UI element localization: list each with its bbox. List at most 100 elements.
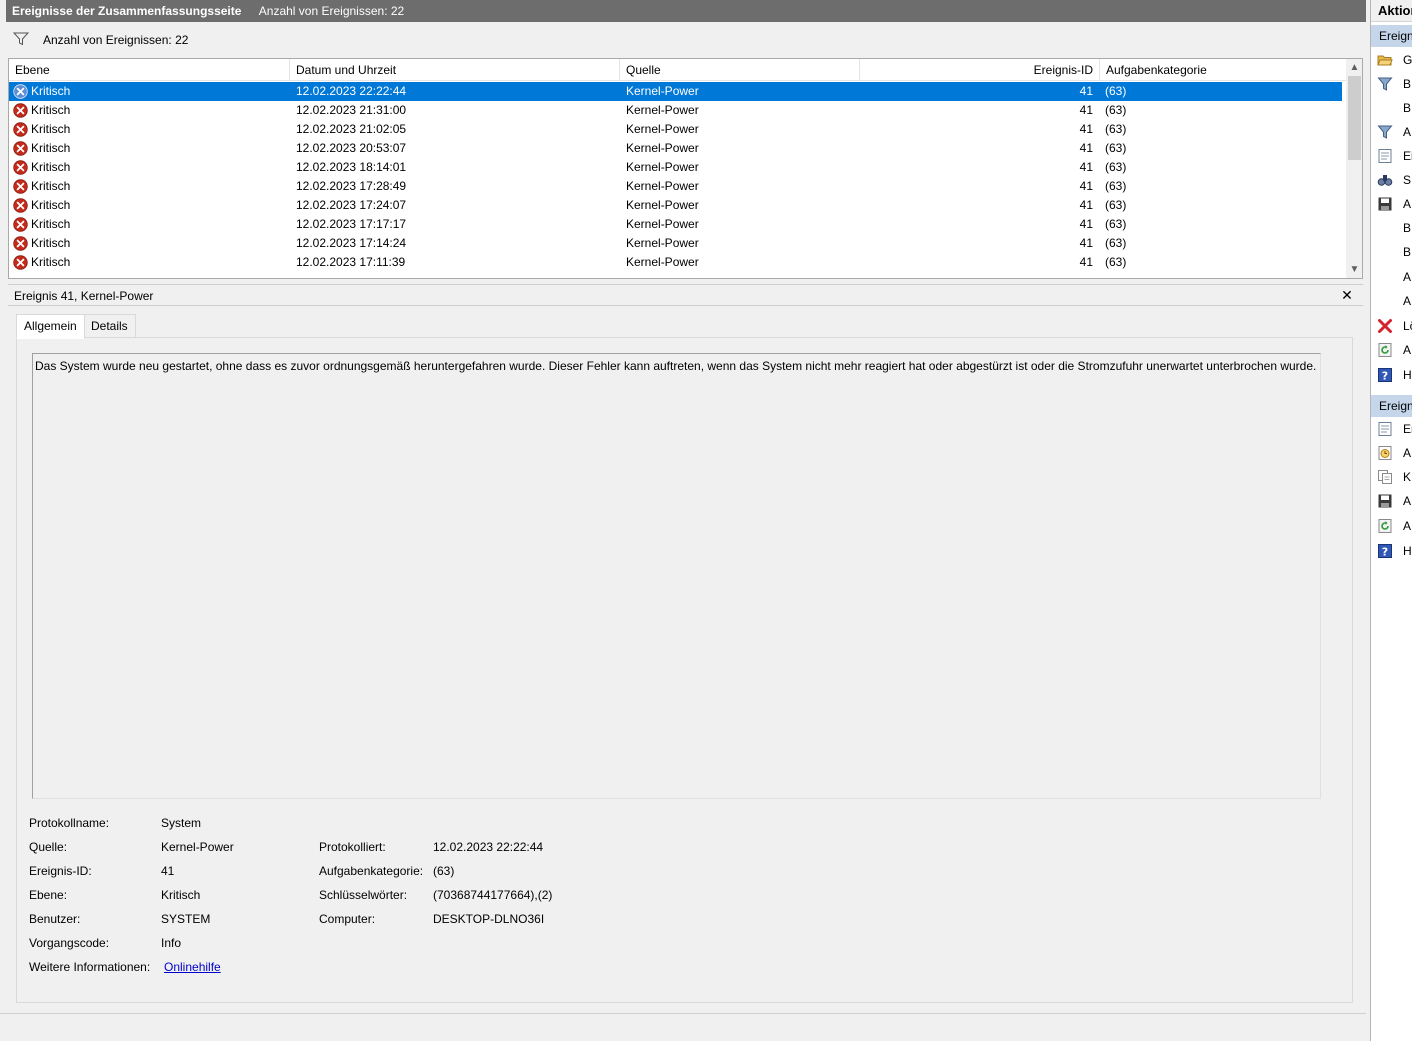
cell-source: Kernel-Power	[626, 141, 699, 155]
scroll-up-icon[interactable]: ▲	[1346, 59, 1362, 76]
svg-text:?: ?	[1382, 546, 1388, 559]
table-row[interactable]: Kritisch 12.02.2023 17:17:17 Kernel-Power 4…	[9, 215, 1342, 234]
cell-date: 12.02.2023 18:14:01	[296, 160, 407, 174]
action-item-label: A	[1403, 270, 1412, 284]
action-item[interactable]: A	[1371, 266, 1412, 288]
action-item[interactable]: ? H	[1371, 540, 1412, 562]
action-item[interactable]: Sı	[1371, 169, 1412, 191]
scroll-thumb[interactable]	[1348, 76, 1361, 160]
cell-task-category: (63)	[1105, 198, 1127, 212]
filter-icon	[1377, 77, 1393, 91]
critical-error-icon	[13, 160, 28, 175]
general-tab-panel: Das System wurde neu gestartet, ohne das…	[16, 337, 1353, 1003]
help-icon: ?	[1378, 368, 1392, 383]
column-header-event-id[interactable]: Ereignis-ID	[860, 59, 1100, 81]
filter-icon	[1377, 125, 1393, 139]
cell-source: Kernel-Power	[626, 217, 699, 231]
column-header-task-category[interactable]: Aufgabenkategorie	[1100, 59, 1346, 81]
action-item-label: Er	[1403, 422, 1412, 436]
cell-task-category: (63)	[1105, 160, 1127, 174]
critical-error-icon	[13, 236, 28, 251]
action-item-label: A	[1403, 294, 1412, 308]
table-row[interactable]: Kritisch 12.02.2023 20:53:07 Kernel-Power 4…	[9, 139, 1342, 158]
table-row-partial[interactable]	[9, 271, 1342, 278]
action-item[interactable]: A	[1371, 339, 1412, 361]
cell-task-category: (63)	[1105, 122, 1127, 136]
summary-count: Anzahl von Ereignissen: 22	[258, 4, 405, 18]
action-item[interactable]: ? H	[1371, 364, 1412, 386]
cell-event-id: 41	[1079, 84, 1093, 98]
action-item[interactable]: A	[1371, 442, 1412, 464]
table-row[interactable]: Kritisch 12.02.2023 17:24:07 Kernel-Power 4…	[9, 196, 1342, 215]
action-item[interactable]: Ei	[1371, 145, 1412, 167]
table-row[interactable]: Kritisch 12.02.2023 21:02:05 Kernel-Power 4…	[9, 120, 1342, 139]
value-task-category: (63)	[433, 864, 455, 878]
cell-date: 12.02.2023 17:28:49	[296, 179, 407, 193]
filter-bar: Anzahl von Ereignissen: 22	[6, 28, 1366, 52]
action-item[interactable]: Er	[1371, 418, 1412, 440]
label-user: Benutzer:	[29, 912, 81, 926]
tab-allgemein[interactable]: Allgemein	[16, 314, 85, 339]
table-row[interactable]: Kritisch 12.02.2023 18:14:01 Kernel-Power 4…	[9, 158, 1342, 177]
table-row[interactable]: Kritisch 12.02.2023 17:28:49 Kernel-Power 4…	[9, 177, 1342, 196]
critical-error-icon	[13, 84, 28, 99]
label-logged: Protokolliert:	[319, 840, 386, 854]
properties-icon	[1378, 422, 1392, 436]
value-log-name: System	[161, 816, 202, 830]
column-header-level[interactable]: Ebene	[9, 59, 290, 81]
table-row[interactable]: Kritisch 12.02.2023 21:31:00 Kernel-Power 4…	[9, 101, 1342, 120]
table-vertical-scrollbar[interactable]: ▲ ▼	[1346, 59, 1362, 278]
cell-date: 12.02.2023 20:53:07	[296, 141, 407, 155]
cell-event-id: 41	[1079, 255, 1093, 269]
action-item-label: A	[1403, 197, 1412, 211]
critical-error-icon	[13, 122, 28, 137]
events-table[interactable]: Ebene Datum und Uhrzeit Quelle Ereignis-…	[8, 58, 1363, 279]
refresh-icon	[1378, 519, 1392, 533]
action-item-label: A	[1403, 519, 1412, 533]
table-row[interactable]: Kritisch 12.02.2023 17:14:24 Kernel-Power 4…	[9, 234, 1342, 253]
cell-level: Kritisch	[31, 236, 71, 250]
scroll-down-icon[interactable]: ▼	[1346, 261, 1362, 278]
action-item[interactable]: B	[1371, 97, 1412, 119]
action-item-label: B	[1403, 221, 1412, 235]
tab-details[interactable]: Details	[83, 314, 136, 338]
cell-event-id: 41	[1079, 217, 1093, 231]
action-item[interactable]: Lö	[1371, 315, 1412, 337]
action-item[interactable]: A	[1371, 121, 1412, 143]
cell-level: Kritisch	[31, 217, 71, 231]
label-event-id: Ereignis-ID:	[29, 864, 92, 878]
cell-task-category: (63)	[1105, 255, 1127, 269]
action-item[interactable]: A	[1371, 515, 1412, 537]
label-keywords: Schlüsselwörter:	[319, 888, 408, 902]
cell-date: 12.02.2023 17:24:07	[296, 198, 407, 212]
event-description[interactable]: Das System wurde neu gestartet, ohne das…	[32, 353, 1321, 799]
action-item[interactable]: A	[1371, 193, 1412, 215]
action-item[interactable]: G	[1371, 49, 1412, 71]
action-item-label: Kı	[1403, 470, 1412, 484]
cell-date: 12.02.2023 21:02:05	[296, 122, 407, 136]
close-icon[interactable]: ✕	[1338, 286, 1356, 304]
action-item-label: A	[1403, 343, 1412, 357]
cell-date: 12.02.2023 22:22:44	[296, 84, 407, 98]
online-help-link[interactable]: Onlinehilfe	[164, 959, 221, 975]
cell-event-id: 41	[1079, 198, 1093, 212]
cell-event-id: 41	[1079, 179, 1093, 193]
action-item[interactable]: Kı	[1371, 466, 1412, 488]
actions-section-header[interactable]: Ereign	[1371, 395, 1412, 417]
cell-event-id: 41	[1079, 141, 1093, 155]
cell-source: Kernel-Power	[626, 160, 699, 174]
cell-level: Kritisch	[31, 179, 71, 193]
column-header-source[interactable]: Quelle	[620, 59, 860, 81]
table-row[interactable]: Kritisch 12.02.2023 17:11:39 Kernel-Power 4…	[9, 253, 1342, 272]
action-item[interactable]: A	[1371, 290, 1412, 312]
action-item[interactable]: B	[1371, 241, 1412, 263]
action-item[interactable]: B	[1371, 217, 1412, 239]
action-item[interactable]: B	[1371, 73, 1412, 95]
column-header-date[interactable]: Datum und Uhrzeit	[290, 59, 620, 81]
filter-icon	[13, 32, 29, 46]
action-item[interactable]: A	[1371, 490, 1412, 512]
table-row[interactable]: Kritisch 12.02.2023 22:22:44 Kernel-Power 4…	[9, 82, 1342, 101]
value-opcode: Info	[161, 936, 182, 950]
actions-section-header[interactable]: Ereign	[1371, 25, 1412, 47]
action-item-label: G	[1403, 53, 1412, 67]
